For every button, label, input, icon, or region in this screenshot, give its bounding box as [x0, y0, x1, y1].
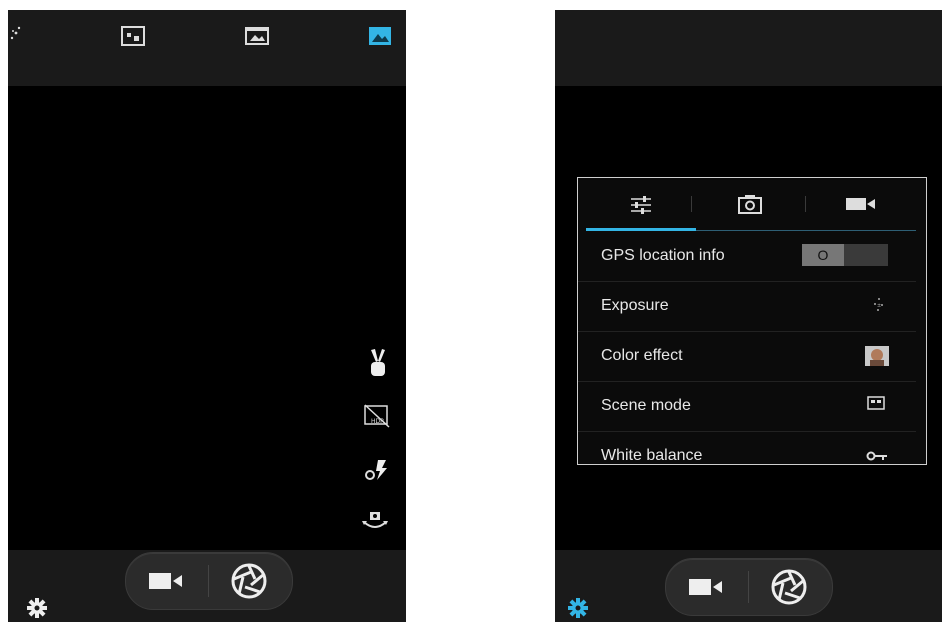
settings-tabs	[578, 178, 926, 232]
setting-label: GPS location info	[601, 247, 725, 264]
mode-bar	[555, 10, 942, 86]
sliders-icon	[630, 196, 652, 214]
sparkle-icon[interactable]	[10, 26, 22, 40]
setting-label: Scene mode	[601, 397, 691, 414]
settings-panel: GPS location info O Exposure ± Color eff…	[577, 177, 927, 465]
white-balance-icon	[866, 449, 888, 461]
shutter-button[interactable]	[750, 559, 832, 615]
video-record-button[interactable]	[666, 559, 748, 615]
gear-icon[interactable]	[568, 598, 588, 618]
gps-toggle[interactable]: O	[802, 244, 888, 266]
setting-row-white-balance[interactable]: White balance	[578, 432, 916, 464]
camera-screen-right: GPS location info O Exposure ± Color eff…	[555, 10, 942, 622]
scene-mode-icon	[867, 396, 885, 410]
exposure-icon: ±	[872, 296, 886, 314]
setting-row-color-effect[interactable]: Color effect	[578, 332, 916, 382]
shutter-bar	[8, 550, 406, 622]
svg-text:HDR: HDR	[371, 418, 384, 425]
setting-row-exposure[interactable]: Exposure ±	[578, 282, 916, 332]
video-record-button[interactable]	[126, 553, 208, 609]
setting-row-scene-mode[interactable]: Scene mode	[578, 382, 916, 432]
hdr-off-icon[interactable]: HDR	[364, 404, 390, 428]
setting-label: White balance	[601, 447, 703, 464]
settings-list: GPS location info O Exposure ± Color eff…	[578, 232, 926, 464]
photo-mode-icon[interactable]	[368, 26, 392, 46]
tab-selected-indicator	[586, 228, 696, 231]
tab-camera-settings[interactable]	[692, 178, 806, 228]
setting-label: Color effect	[601, 347, 683, 364]
color-effect-icon	[865, 346, 889, 366]
video-camera-icon	[689, 578, 723, 596]
flash-auto-icon[interactable]	[364, 458, 390, 482]
capture-controls	[125, 552, 293, 610]
camera-icon	[738, 194, 762, 214]
shutter-aperture-icon	[231, 563, 267, 599]
filmstrip-icon[interactable]	[245, 26, 269, 46]
toggle-knob: O	[802, 244, 844, 266]
tab-video-settings[interactable]	[806, 178, 920, 228]
pill-divider	[748, 571, 749, 603]
setting-label: Exposure	[601, 297, 669, 314]
tab-general-settings[interactable]	[578, 178, 692, 228]
panorama-small-icon[interactable]	[121, 26, 145, 46]
shutter-button[interactable]	[210, 553, 292, 609]
camera-switch-icon[interactable]	[361, 510, 389, 532]
video-camera-icon	[149, 572, 183, 590]
pill-divider	[208, 565, 209, 597]
setting-row-gps[interactable]: GPS location info O	[578, 232, 916, 282]
capture-controls	[665, 558, 833, 616]
svg-text:±: ±	[877, 303, 881, 309]
mode-bar	[8, 10, 406, 86]
shutter-bar	[555, 550, 942, 622]
shutter-aperture-icon	[771, 569, 807, 605]
camera-screen-left: HDR	[8, 10, 406, 622]
gear-icon[interactable]	[27, 598, 47, 618]
peace-gesture-icon[interactable]	[365, 348, 391, 378]
viewfinder[interactable]: HDR	[8, 86, 406, 550]
video-camera-icon	[846, 197, 876, 211]
